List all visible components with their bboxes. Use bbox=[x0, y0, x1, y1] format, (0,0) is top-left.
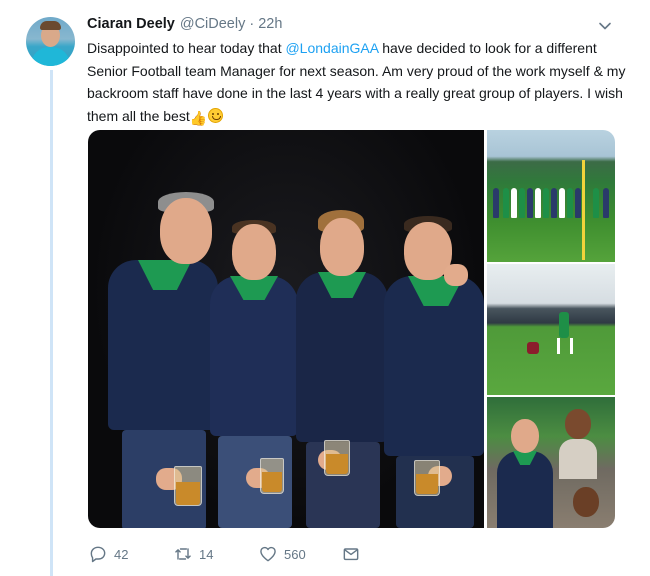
direct-message-button[interactable] bbox=[341, 543, 361, 565]
like-icon bbox=[260, 546, 276, 562]
author-name[interactable]: Ciaran Deely bbox=[87, 16, 175, 32]
photo-group-celebration[interactable] bbox=[88, 130, 484, 528]
reply-count: 42 bbox=[114, 546, 129, 562]
separator-dot: · bbox=[249, 16, 255, 32]
reply-button[interactable]: 42 bbox=[88, 543, 128, 565]
author-handle[interactable]: @CiDeely bbox=[180, 16, 245, 32]
message-icon bbox=[343, 548, 359, 561]
photo-match-action[interactable] bbox=[487, 264, 615, 395]
avatar[interactable] bbox=[26, 17, 75, 66]
thread-line bbox=[50, 70, 53, 576]
retweet-icon bbox=[175, 548, 191, 560]
timestamp[interactable]: 22h bbox=[258, 16, 282, 32]
retweet-count: 14 bbox=[199, 546, 214, 562]
chevron-down-icon[interactable] bbox=[598, 19, 612, 33]
like-count: 560 bbox=[284, 546, 306, 562]
like-button[interactable]: 560 bbox=[258, 543, 306, 565]
mention-link[interactable]: @LondainGAA bbox=[285, 40, 378, 56]
retweet-button[interactable]: 14 bbox=[173, 543, 213, 565]
tweet-header: Ciaran Deely @CiDeely · 22h bbox=[87, 16, 282, 36]
thumbs-up-emoji: 👍 bbox=[189, 109, 208, 126]
reply-icon bbox=[90, 546, 106, 563]
photo-team-huddle[interactable] bbox=[487, 130, 615, 262]
smiling-face-emoji bbox=[208, 107, 224, 123]
tweet-text: Disappointed to hear today that @Londain… bbox=[87, 37, 627, 129]
tweet-media-grid bbox=[88, 130, 615, 528]
photo-manager-with-fans[interactable] bbox=[487, 397, 615, 528]
tweet-text-part1: Disappointed to hear today that bbox=[87, 40, 286, 56]
